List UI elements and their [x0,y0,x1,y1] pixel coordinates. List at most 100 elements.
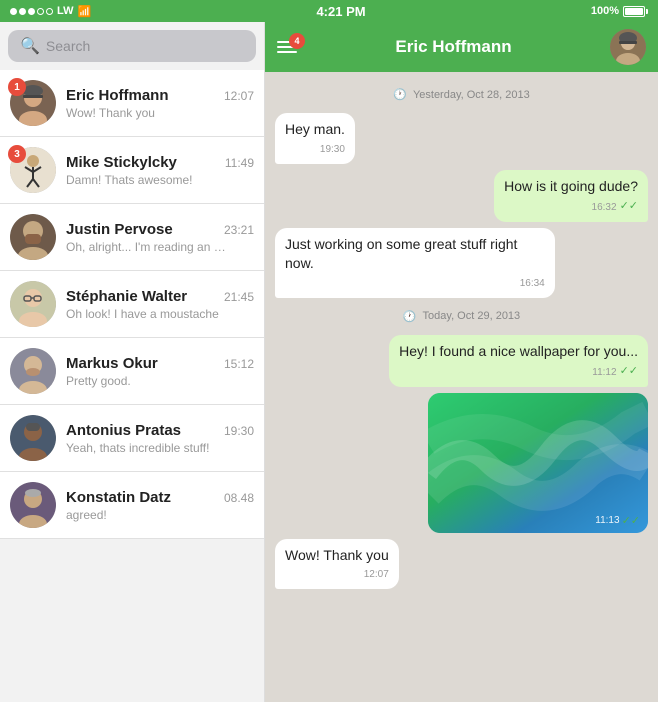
date-divider: 🕐Today, Oct 29, 2013 [275,310,648,323]
chat-preview: agreed! [66,508,226,522]
avatar-wrap [10,415,56,461]
search-placeholder: Search [46,38,90,54]
message-time: 11:12 [592,366,616,380]
carrier-label: LW [57,5,74,17]
chat-list: 1 Eric Hoffmann 12:07 Wow! Thank you 3 M… [0,70,264,702]
image-message-row: 11:13 ✓✓ [275,393,648,533]
chat-preview: Damn! Thats awesome! [66,173,226,187]
wifi-icon: 📶 [78,5,92,18]
image-timestamp: 11:13 [595,515,619,526]
clock-icon: 🕐 [393,88,407,101]
avatar-wrap: 3 [10,147,56,193]
avatar-wrap [10,214,56,260]
chat-item[interactable]: Markus Okur 15:12 Pretty good. [0,338,264,405]
avatar-wrap [10,482,56,528]
chat-item[interactable]: Antonius Pratas 19:30 Yeah, thats incred… [0,405,264,472]
status-right: 100% [591,5,648,17]
chat-time: 19:30 [224,424,254,438]
unread-badge: 3 [8,145,26,163]
dot-1 [10,8,17,15]
chat-item[interactable]: Konstatin Datz 08.48 agreed! [0,472,264,539]
message-row: How is it going dude? 16:32 ✓✓ [275,170,648,222]
bubble-meta: 12:07 [285,568,389,582]
avatar-wrap [10,348,56,394]
chat-list-items: 1 Eric Hoffmann 12:07 Wow! Thank you 3 M… [0,70,264,539]
status-bar: LW 📶 4:21 PM 100% [0,0,658,22]
chat-time: 21:45 [224,290,254,304]
avatar [10,415,56,461]
avatar-wrap [10,281,56,327]
wallpaper-image: 11:13 ✓✓ [428,393,648,533]
message-bubble: Wow! Thank you 12:07 [275,539,399,590]
chat-name: Konstatin Datz [66,489,171,506]
status-left: LW 📶 [10,5,91,18]
chat-preview: Oh, alright... I'm reading an amazing ar… [66,240,226,254]
chat-name: Stéphanie Walter [66,288,187,305]
header-badge: 4 [289,33,305,49]
chat-name: Eric Hoffmann [66,87,169,104]
chat-info: Markus Okur 15:12 Pretty good. [66,355,254,388]
message-bubble: How is it going dude? 16:32 ✓✓ [494,170,648,222]
chat-preview: Wow! Thank you [66,106,226,120]
chat-item[interactable]: Justin Pervose 23:21 Oh, alright... I'm … [0,204,264,271]
chat-name: Justin Pervose [66,221,173,238]
avatar [10,348,56,394]
chat-time: 15:12 [224,357,254,371]
chat-name-row: Konstatin Datz 08.48 [66,489,254,506]
chat-name: Antonius Pratas [66,422,181,439]
chat-item[interactable]: 3 Mike Stickylcky 11:49 Damn! Thats awes… [0,137,264,204]
message-text: Hey! I found a nice wallpaper for you... [399,343,638,359]
chat-info: Justin Pervose 23:21 Oh, alright... I'm … [66,221,254,254]
chat-info: Konstatin Datz 08.48 agreed! [66,489,254,522]
chat-name: Mike Stickylcky [66,154,177,171]
bubble-meta: 16:34 [285,277,545,291]
main-content: 🔍 Search 1 Eric Hoffmann 12:07 Wow! Than… [0,22,658,702]
chat-info: Eric Hoffmann 12:07 Wow! Thank you [66,87,254,120]
chat-name-row: Markus Okur 15:12 [66,355,254,372]
chat-item[interactable]: Stéphanie Walter 21:45 Oh look! I have a… [0,271,264,338]
right-panel: 4 Eric Hoffmann 🕐 Yesterday, Oct 28, 2013 [265,22,658,702]
image-time: 11:13 ✓✓ [595,514,640,527]
message-bubble: Hey! I found a nice wallpaper for you...… [389,335,648,387]
dot-2 [19,8,26,15]
chat-name-row: Stéphanie Walter 21:45 [66,288,254,305]
avatar-wrap: 1 [10,80,56,126]
chat-time: 23:21 [224,223,254,237]
chat-item[interactable]: 1 Eric Hoffmann 12:07 Wow! Thank you [0,70,264,137]
message-text: Just working on some great stuff right n… [285,236,517,272]
date-text: Today, Oct 29, 2013 [423,310,521,322]
signal-dots [10,8,53,15]
menu-button[interactable]: 4 [277,41,297,53]
left-panel: 🔍 Search 1 Eric Hoffmann 12:07 Wow! Than… [0,22,265,702]
avatar [10,482,56,528]
avatar [10,214,56,260]
dot-3 [28,8,35,15]
chat-preview: Oh look! I have a moustache [66,307,226,321]
image-bubble: 11:13 ✓✓ [428,393,648,533]
message-text: How is it going dude? [504,178,638,194]
bubble-meta: 11:12 ✓✓ [399,364,638,379]
search-bar[interactable]: 🔍 Search [8,30,256,62]
chat-preview: Yeah, thats incredible stuff! [66,441,226,455]
header-left: 4 [277,41,297,53]
chat-preview: Pretty good. [66,374,226,388]
chat-name-row: Mike Stickylcky 11:49 [66,154,254,171]
chat-info: Stéphanie Walter 21:45 Oh look! I have a… [66,288,254,321]
date-text: Yesterday, Oct 28, 2013 [413,89,530,101]
chat-partner-name: Eric Hoffmann [297,37,610,57]
dot-4 [37,8,44,15]
date-divider: 🕐 Yesterday, Oct 28, 2013 [275,88,648,101]
chat-partner-avatar[interactable] [610,29,646,65]
chat-name: Markus Okur [66,355,158,372]
message-time: 16:34 [520,277,545,291]
check-marks: ✓✓ [620,364,638,379]
image-checks: ✓✓ [622,514,640,527]
chat-info: Mike Stickylcky 11:49 Damn! Thats awesom… [66,154,254,187]
chat-time: 12:07 [224,89,254,103]
message-row: Hey! I found a nice wallpaper for you...… [275,335,648,387]
chat-time: 11:49 [225,156,254,170]
search-icon: 🔍 [20,36,40,56]
message-bubble: Hey man. 19:30 [275,113,355,164]
unread-badge: 1 [8,78,26,96]
message-time: 16:32 [592,201,617,215]
